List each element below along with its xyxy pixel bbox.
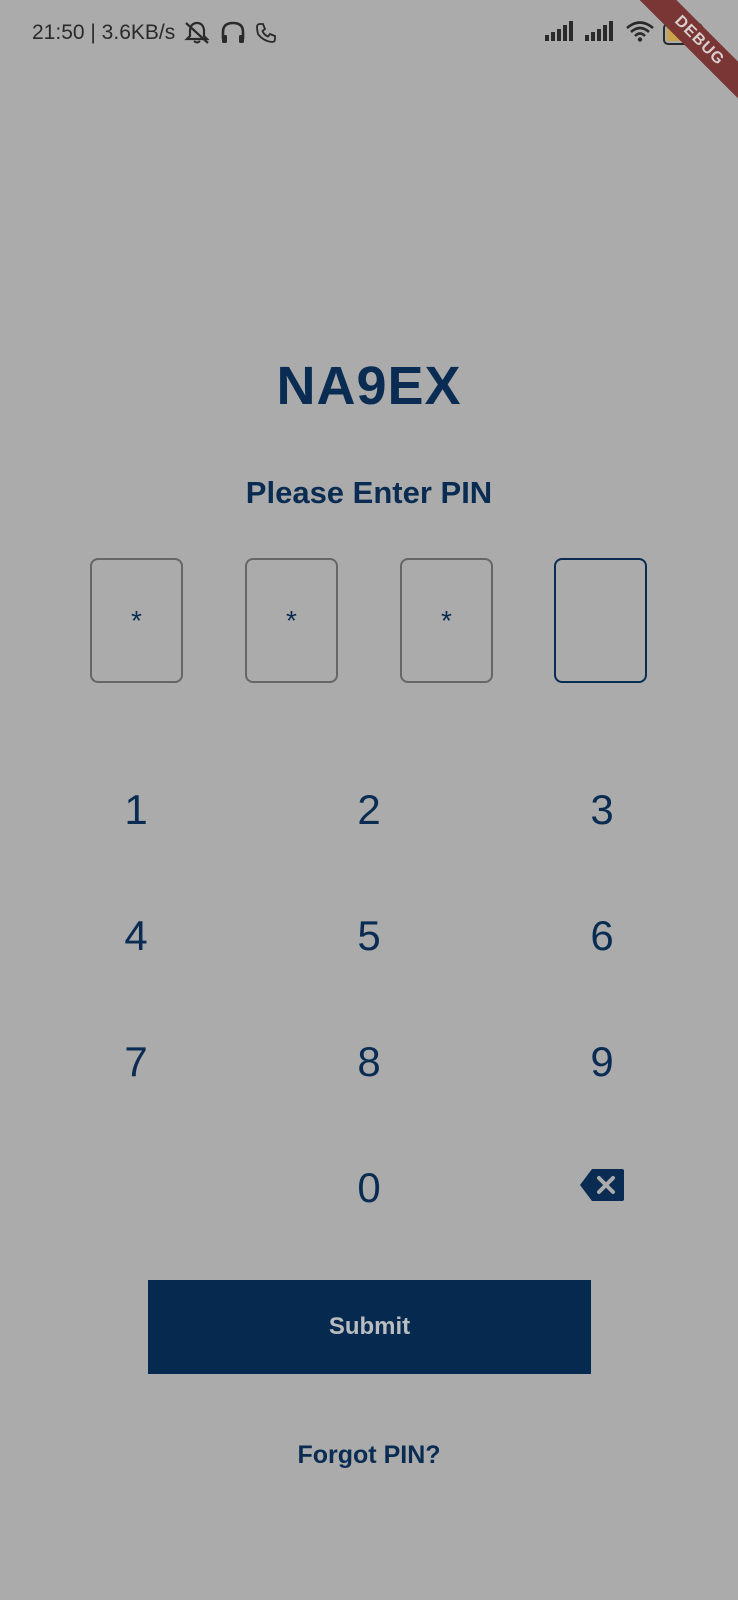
key-3[interactable]: 3 [542,760,662,860]
key-4[interactable]: 4 [76,886,196,986]
key-1[interactable]: 1 [76,760,196,860]
debug-banner: DEBUG [598,0,738,140]
key-2[interactable]: 2 [309,760,429,860]
submit-button[interactable]: Submit [148,1280,591,1374]
backspace-button[interactable] [542,1138,662,1238]
key-0[interactable]: 0 [309,1138,429,1238]
status-left: 21:50 | 3.6KB/s [32,20,277,46]
pin-digit-2[interactable]: * [245,558,338,683]
phone-icon [255,22,277,44]
key-6[interactable]: 6 [542,886,662,986]
pin-digit-1[interactable]: * [90,558,183,683]
key-7[interactable]: 7 [76,1012,196,1112]
pin-input-row: * * * [90,558,648,683]
debug-banner-label: DEBUG [629,0,738,111]
signal-icon [545,21,577,46]
bell-off-icon [183,20,211,46]
backspace-icon [579,1164,625,1212]
pin-digit-3[interactable]: * [400,558,493,683]
key-9[interactable]: 9 [542,1012,662,1112]
key-5[interactable]: 5 [309,886,429,986]
pin-prompt: Please Enter PIN [245,475,493,510]
key-8[interactable]: 8 [309,1012,429,1112]
status-time-speed: 21:50 | 3.6KB/s [32,21,176,44]
app-logo-title: NA9EX [276,356,462,416]
forgot-pin-link[interactable]: Forgot PIN? [0,1441,738,1470]
pin-digit-4[interactable] [554,558,647,683]
headphones-icon [219,20,247,46]
